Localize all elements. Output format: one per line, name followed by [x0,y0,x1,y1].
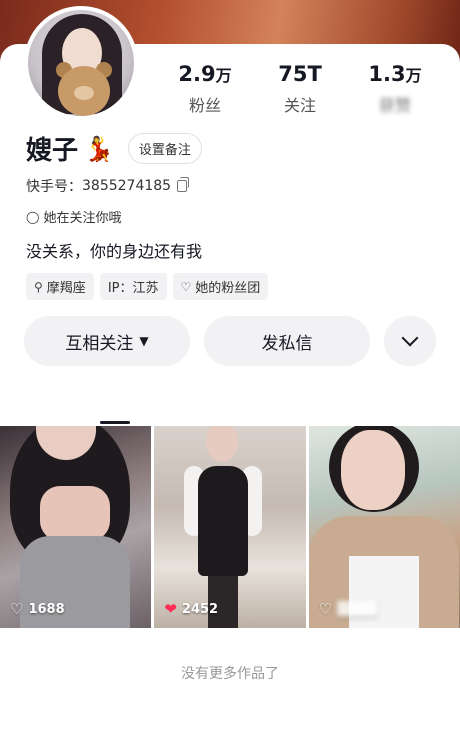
stat-likes-unit: 万 [405,66,422,85]
more-options-button[interactable] [384,316,436,366]
heart-filled-icon: ❤ [164,600,177,618]
no-more-works-text: 没有更多作品了 [181,666,279,682]
fan-group-icon: ♡ [180,279,192,294]
mutual-follow-button[interactable]: 互相关注 ▼ [24,316,190,366]
stat-following-label: 关注 [283,96,316,115]
mutual-follow-label: 互相关注 [65,333,134,354]
uid-value: 3855274185 [82,178,172,194]
heart-outline-icon: ♡ [318,600,333,618]
works-tab-indicator [100,421,130,424]
stat-fans-value: 2.9 [178,62,216,86]
video-likes: ♡ ████ [319,600,377,618]
send-message-button[interactable]: 发私信 [204,316,370,366]
zodiac-icon: ⚲ [34,279,43,294]
uid-row: 快手号： 3855274185 [26,176,190,196]
heart-outline-icon: ♡ [10,600,24,618]
tag-zodiac-label: 摩羯座 [46,281,86,296]
stat-following[interactable]: 75T 关注 [255,62,345,116]
video-thumbnail[interactable]: ♡ 1688 [0,426,152,628]
stats-row: 2.9万 粉丝 75T 关注 1.3万 获赞 [160,62,440,116]
tag-zodiac[interactable]: ⚲ 摩羯座 [26,273,94,300]
video-likes-count: 2452 [181,601,219,617]
profile-name: 嫂子 [26,136,79,166]
tag-fan-group[interactable]: ♡ 她的粉丝团 [172,273,269,300]
stat-fans-unit: 万 [215,66,232,85]
stat-fans[interactable]: 2.9万 粉丝 [160,62,250,116]
uid-label: 快手号： [26,179,82,195]
chevron-down-icon [401,329,419,347]
follows-you-row: ◯ 她在关注你哦 [26,207,122,227]
person-icon: ◯ [26,209,40,224]
send-message-label: 发私信 [261,333,313,354]
copy-icon[interactable] [177,177,190,192]
tag-location-label: IP：江苏 [107,281,159,296]
video-grid: ♡ 1688 ❤ 2452 ♡ ████ [0,426,460,628]
name-row: 嫂子 💃 设置备注 [26,130,202,167]
video-likes-count: 1688 [28,601,65,617]
bio-text: 没关系，你的身边还有我 [26,242,203,261]
tag-list: ⚲ 摩羯座 IP：江苏 ♡ 她的粉丝团 [26,273,269,300]
tag-fan-group-label: 她的粉丝团 [195,281,261,296]
stat-likes-label: 获赞 [378,96,411,115]
avatar[interactable] [24,6,138,120]
tag-location[interactable]: IP：江苏 [99,273,167,300]
action-row: 互相关注 ▼ 发私信 [24,316,436,366]
caret-down-icon: ▼ [139,334,149,348]
video-likes-count: ████ [337,601,378,617]
follows-status: 她在关注你哦 [43,211,122,226]
video-likes: ♡ 1688 [10,600,65,618]
stat-likes[interactable]: 1.3万 获赞 [350,62,440,116]
set-remark-button[interactable]: 设置备注 [127,133,202,164]
stat-fans-label: 粉丝 [188,96,221,115]
dancer-emoji-icon: 💃 [84,134,114,163]
stat-following-value: 75T [278,62,322,86]
video-likes: ❤ 2452 [164,600,218,618]
video-thumbnail[interactable]: ♡ ████ [308,426,460,628]
stat-likes-value: 1.3 [368,62,406,86]
video-thumbnail[interactable]: ❤ 2452 [154,426,306,628]
